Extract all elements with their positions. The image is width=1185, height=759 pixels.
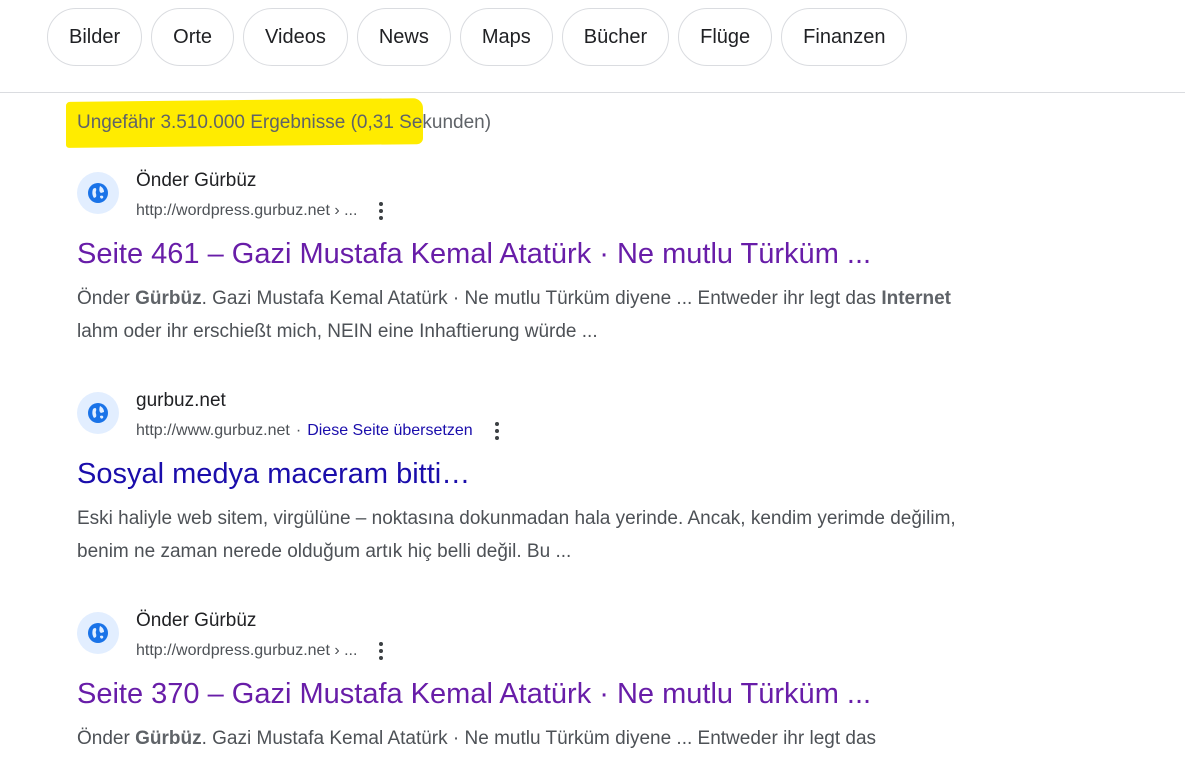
result-snippet: Eski haliyle web sitem, virgülüne – nokt…: [77, 502, 997, 568]
tab-news[interactable]: News: [356, 8, 451, 66]
tab-orte[interactable]: Orte: [151, 8, 235, 66]
tab-maps[interactable]: Maps: [459, 8, 553, 66]
result-stats-text: Ungefähr 3.510.000 Ergebnisse (0,31 Seku…: [77, 112, 492, 133]
more-vert-icon[interactable]: [487, 419, 507, 443]
snippet-text: . Gazi Mustafa Kemal Atatürk · Ne mutlu …: [201, 288, 882, 309]
globe-icon: [77, 172, 119, 214]
snippet-text: Eski haliyle web sitem, virgülüne – nokt…: [77, 508, 956, 562]
search-tabs: Bilder Orte Videos News Maps Bücher Flüg…: [47, 8, 908, 66]
snippet-bold: Gürbüz: [135, 728, 202, 749]
header-divider: [0, 92, 1185, 93]
translate-page-link[interactable]: Diese Seite übersetzen: [307, 422, 472, 440]
result-url-row: http://www.gurbuz.net · Diese Seite über…: [136, 419, 507, 443]
result-url[interactable]: http://www.gurbuz.net: [136, 422, 290, 440]
tab-finanzen[interactable]: Finanzen: [781, 8, 908, 66]
result-site-row: Önder Gürbüz http://wordpress.gurbuz.net…: [77, 170, 1017, 226]
snippet-bold: Gürbüz: [135, 288, 202, 309]
snippet-text: . Gazi Mustafa Kemal Atatürk · Ne mutlu …: [201, 728, 877, 749]
result-site-row: gurbuz.net http://www.gurbuz.net · Diese…: [77, 390, 1017, 446]
globe-icon: [77, 612, 119, 654]
snippet-text: Önder: [77, 728, 136, 749]
snippet-bold: Internet: [881, 288, 951, 309]
result-site-name[interactable]: Önder Gürbüz: [136, 170, 256, 192]
snippet-text: lahm oder ihr erschießt mich, NEIN eine …: [77, 321, 598, 342]
result-snippet: Önder Gürbüz. Gazi Mustafa Kemal Atatürk…: [77, 282, 997, 348]
more-vert-icon[interactable]: [371, 639, 391, 663]
result-site-row: Önder Gürbüz http://wordpress.gurbuz.net…: [77, 610, 1017, 666]
result-url-row: http://wordpress.gurbuz.net › ...: [136, 199, 391, 223]
result-stats: Ungefähr 3.510.000 Ergebnisse (0,31 Seku…: [66, 98, 492, 148]
snippet-text: Önder: [77, 288, 136, 309]
tab-fluege[interactable]: Flüge: [678, 8, 773, 66]
search-result: gurbuz.net http://www.gurbuz.net · Diese…: [77, 390, 1017, 568]
result-title-link[interactable]: Seite 461 – Gazi Mustafa Kemal Atatürk ·…: [77, 236, 1017, 272]
tab-bilder[interactable]: Bilder: [47, 8, 143, 66]
result-url[interactable]: http://wordpress.gurbuz.net › ...: [136, 642, 357, 660]
globe-icon: [77, 392, 119, 434]
more-vert-icon[interactable]: [371, 199, 391, 223]
url-separator: ·: [295, 422, 302, 439]
result-title-link[interactable]: Sosyal medya maceram bitti…: [77, 456, 1017, 492]
result-url[interactable]: http://wordpress.gurbuz.net › ...: [136, 202, 357, 220]
result-snippet: Önder Gürbüz. Gazi Mustafa Kemal Atatürk…: [77, 722, 997, 755]
result-site-name[interactable]: Önder Gürbüz: [136, 610, 256, 632]
result-url-row: http://wordpress.gurbuz.net › ...: [136, 639, 391, 663]
tab-videos[interactable]: Videos: [243, 8, 348, 66]
result-title-link[interactable]: Seite 370 – Gazi Mustafa Kemal Atatürk ·…: [77, 676, 1017, 712]
search-result: Önder Gürbüz http://wordpress.gurbuz.net…: [77, 610, 1017, 755]
search-result: Önder Gürbüz http://wordpress.gurbuz.net…: [77, 170, 1017, 348]
tab-buecher[interactable]: Bücher: [561, 8, 670, 66]
result-site-name[interactable]: gurbuz.net: [136, 390, 226, 412]
